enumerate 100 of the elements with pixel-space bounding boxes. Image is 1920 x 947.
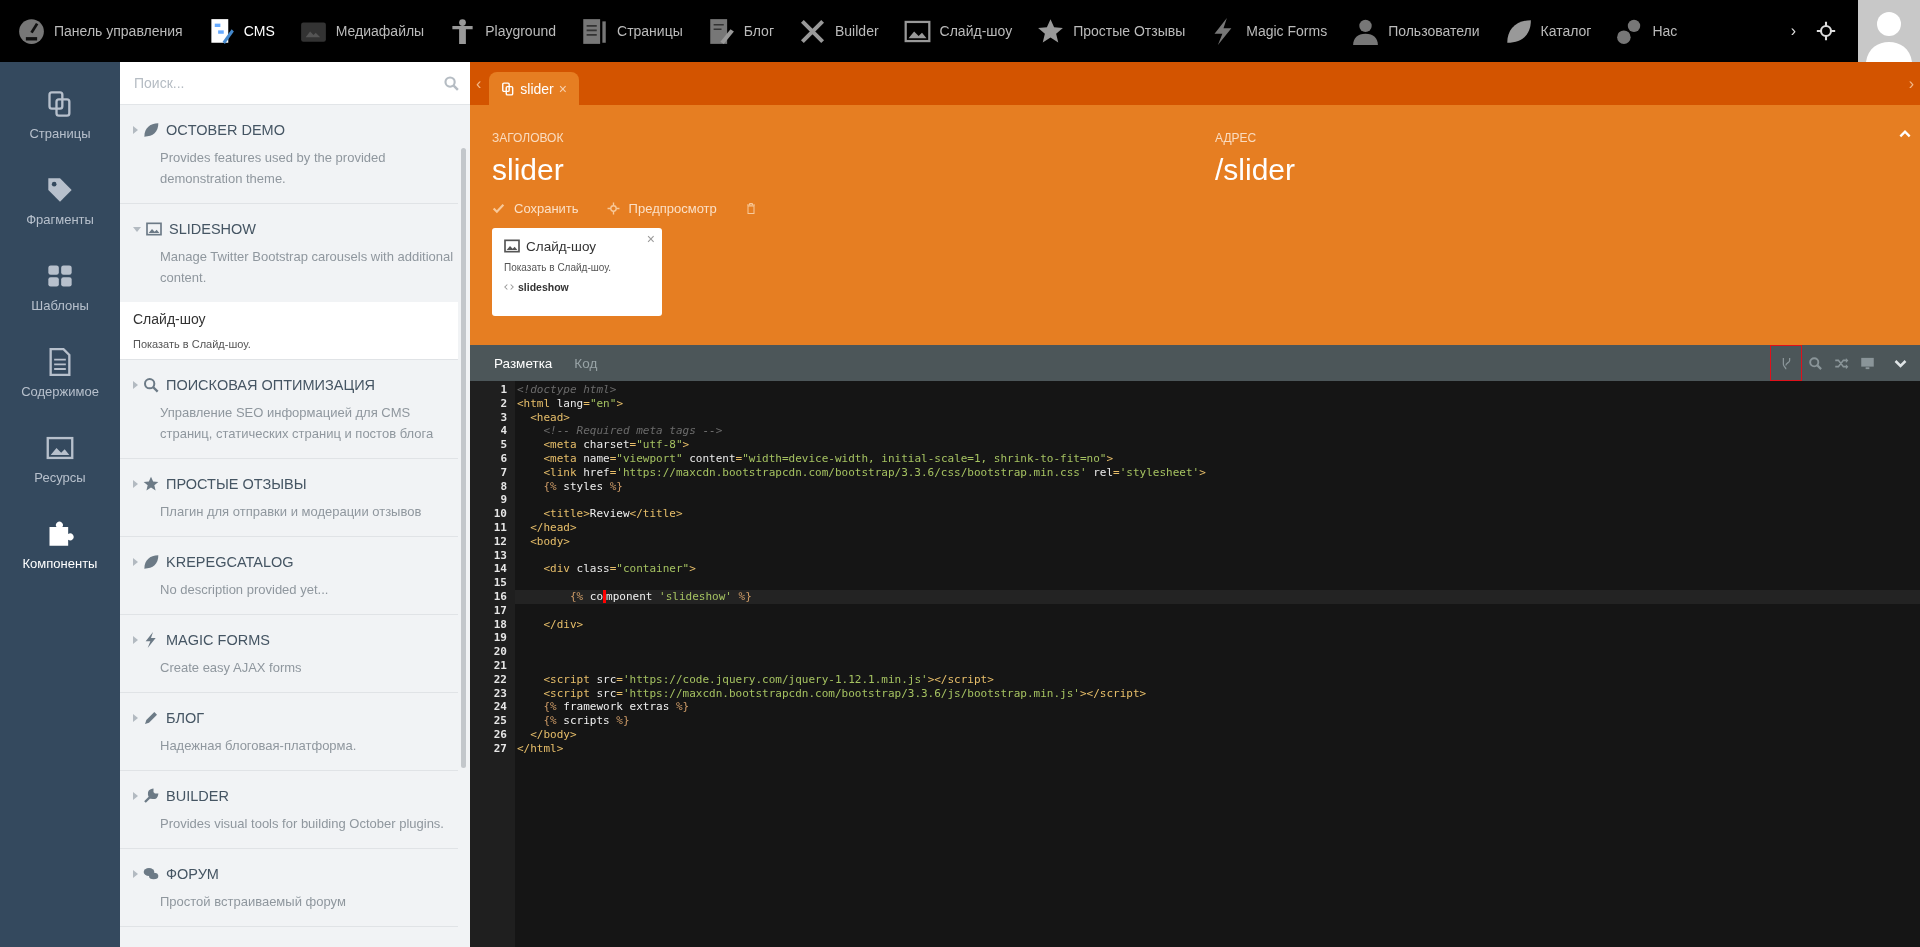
line-number: 23 xyxy=(492,686,508,701)
user-icon xyxy=(1352,17,1380,45)
nav-item[interactable]: Пользователи xyxy=(1335,0,1488,62)
plugin-title[interactable]: БЛОГ xyxy=(166,710,205,726)
plugin-title[interactable]: ПРОСТЫЕ ОТЗЫВЫ xyxy=(166,476,307,492)
code-line: {% scripts %} xyxy=(542,714,630,728)
plugin-title[interactable]: ПОИСКОВАЯ ОПТИМИЗАЦИЯ xyxy=(166,377,376,393)
expand-caret-icon[interactable] xyxy=(133,558,138,566)
search-icon[interactable] xyxy=(443,74,460,92)
code-line: <body> xyxy=(529,534,570,548)
line-number: 26 xyxy=(492,727,508,742)
line-number: 18 xyxy=(492,617,508,632)
nav-item[interactable]: CMS xyxy=(190,0,283,62)
plugin-title[interactable]: BUILDER xyxy=(166,788,229,804)
plugin-description: Надежная блоговая-платформа. xyxy=(159,737,358,755)
code-line: <script src='https://maxcdn.bootstrapcdn.com/bootstrap/3.3.6/js/bootstrap.min.js'></script> xyxy=(542,686,1147,700)
nav-item[interactable]: Страницы xyxy=(564,0,691,62)
expand-caret-icon[interactable] xyxy=(133,480,138,488)
card-title: Слайд-шоу xyxy=(526,238,596,254)
sidebar-item[interactable]: Ресурсы xyxy=(0,416,120,502)
expand-caret-icon[interactable] xyxy=(133,636,138,644)
plugin-description: Create easy AJAX forms xyxy=(159,659,303,677)
sidebar-item[interactable]: Шаблоны xyxy=(0,244,120,330)
line-number: 20 xyxy=(492,645,508,659)
line-number: 21 xyxy=(492,658,508,673)
sidebar-item[interactable]: Страницы xyxy=(0,72,120,158)
editor-tab[interactable]: Разметка xyxy=(494,355,553,371)
chat-icon xyxy=(143,866,159,882)
expand-caret-icon[interactable] xyxy=(133,126,138,134)
trash-icon[interactable] xyxy=(744,202,757,215)
nav-item[interactable]: Нас xyxy=(1599,0,1686,62)
line-number: 7 xyxy=(499,465,508,480)
line-number: 24 xyxy=(492,700,508,715)
search-icon xyxy=(143,377,159,393)
scroll-right-arrow[interactable]: › xyxy=(1790,22,1812,40)
plugin-title[interactable]: SLIDESHOW xyxy=(169,221,256,237)
monitor-icon xyxy=(1859,355,1875,371)
checklist-icon xyxy=(581,17,608,45)
plugin-description: No description provided yet... xyxy=(159,581,330,599)
plugin-title[interactable]: OCTOBER DEMO xyxy=(166,122,285,138)
code-line: <html lang="en"> xyxy=(517,396,623,410)
line-number: 5 xyxy=(499,438,508,452)
component-description: Показать в Слайд-шоу. xyxy=(133,338,252,350)
component-item[interactable]: Слайд-шоу Показать в Слайд-шоу. xyxy=(120,302,458,359)
sidebar-item[interactable]: Фрагменты xyxy=(0,158,120,244)
check-icon xyxy=(492,202,505,215)
line-number: 4 xyxy=(499,424,508,439)
tab-label: slider xyxy=(520,80,554,97)
code-line: <!-- Required meta tags --> xyxy=(542,424,723,438)
scrollbar[interactable] xyxy=(461,148,466,768)
code-line: {% co mponent 'slideshow' %} xyxy=(568,589,752,603)
nav-item[interactable]: Builder xyxy=(782,0,887,62)
shuffle-icon xyxy=(1833,355,1849,371)
code-line: <link href='https://maxcdn.bootstrapcdn.com/bootstrap/3.3.6/css/bootstrap.min.css' rel='stylesheet'> xyxy=(542,465,1206,479)
nav-item[interactable]: Слайд-шоу xyxy=(886,0,1021,62)
nav-item[interactable]: Magic Forms xyxy=(1193,0,1336,62)
expand-caret-icon[interactable] xyxy=(133,226,141,232)
plugin-title[interactable]: MAGIC FORMS xyxy=(166,632,270,648)
plugin-description: Управление SEO информацией для CMS страниц, статических страниц и постов блога xyxy=(159,404,435,443)
component-card[interactable]: Слайд-шоу Показать в Слайд-шоу. slideshow × xyxy=(492,228,662,316)
line-number: 6 xyxy=(499,452,508,466)
code-line: </head> xyxy=(529,520,577,534)
document-pencil-icon xyxy=(707,17,735,45)
copy-icon xyxy=(501,81,516,96)
line-number: 15 xyxy=(492,576,508,590)
expand-caret-icon[interactable] xyxy=(133,870,138,878)
nav-item[interactable]: Медиафайлы xyxy=(282,0,433,62)
code-line: <title>Review</title> xyxy=(542,507,683,521)
component-title: Слайд-шоу xyxy=(133,311,207,327)
expand-caret-icon[interactable] xyxy=(133,714,138,722)
leaf-icon xyxy=(143,554,159,570)
sidebar-item[interactable]: Содержимое xyxy=(0,330,120,416)
line-number: 27 xyxy=(492,741,508,756)
expand-caret-icon[interactable] xyxy=(133,381,138,389)
plugin-description: Простой встраиваемый форум xyxy=(159,893,347,911)
search-input[interactable]: Поиск... xyxy=(132,74,443,92)
plugin-title[interactable]: KREPEGCATALOG xyxy=(166,554,294,570)
plugin-title[interactable]: ФОРУМ xyxy=(166,866,219,882)
code-line: <meta charset="utf-8"> xyxy=(542,438,690,452)
nav-item[interactable]: Playground xyxy=(432,0,564,62)
plugin-description: Manage Twitter Bootstrap carousels with additional content. xyxy=(159,248,455,287)
nav-item[interactable]: Простые Отзывы xyxy=(1020,0,1194,62)
tag-icon xyxy=(46,175,74,204)
line-number: 16 xyxy=(492,589,508,604)
code-line: <meta name="viewport" content="width=device-width, initial-scale=1, shrink-to-fit=no"> xyxy=(542,452,1114,465)
crosshair-icon[interactable] xyxy=(1816,21,1836,41)
code-line: {% framework extras %} xyxy=(542,700,690,714)
sidebar-item[interactable]: Компоненты xyxy=(0,502,120,588)
nav-item[interactable]: Каталог xyxy=(1487,0,1600,62)
expand-caret-icon[interactable] xyxy=(133,792,138,800)
avatar[interactable] xyxy=(1858,0,1920,62)
wrench-icon xyxy=(143,788,159,804)
line-number: 2 xyxy=(499,396,508,411)
search-field[interactable]: Поиск... xyxy=(120,62,470,105)
nav-item[interactable]: Панель управления xyxy=(0,0,191,62)
card-description: Показать в Слайд-шоу. xyxy=(504,262,612,273)
line-number: 11 xyxy=(492,520,508,535)
line-number: 8 xyxy=(499,479,508,494)
nav-item[interactable]: Блог xyxy=(690,0,782,62)
line-number: 17 xyxy=(492,603,508,618)
